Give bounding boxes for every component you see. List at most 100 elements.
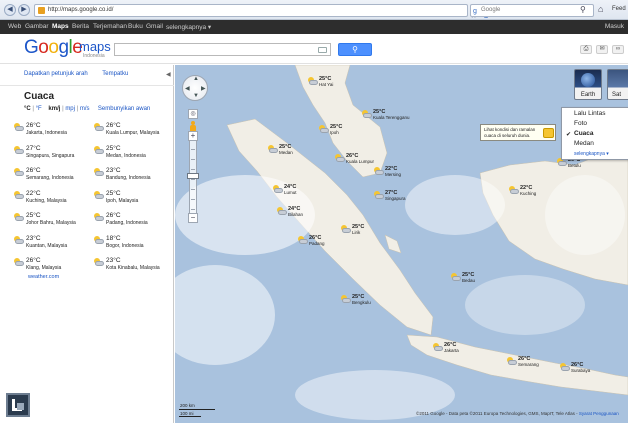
marker-city: Bedau <box>462 278 476 283</box>
maps-header: Google maps Indonesia ⚲ ⎙ ✉ ∞ <box>0 34 628 64</box>
marker-city: Bengkulu <box>352 300 371 305</box>
pan-down-icon[interactable]: ▼ <box>193 93 199 99</box>
search-icon[interactable]: ⚲ <box>580 5 586 14</box>
link-icon[interactable]: ∞ <box>612 45 624 54</box>
weather-sun-icon <box>543 128 554 138</box>
weather-city: Medan, Indonesia <box>106 152 146 159</box>
weather-temp: 25°C <box>106 144 121 152</box>
unit-kmh[interactable]: km/j <box>48 106 60 112</box>
weather-list-item[interactable]: 22°C Kuching, Malaysia <box>13 190 93 208</box>
weather-list-item[interactable]: 26°C Padang, Indonesia <box>93 212 173 230</box>
gbar-web[interactable]: Web <box>8 23 21 30</box>
zoom-reset-icon[interactable]: ◎ <box>188 109 198 119</box>
weather-city: Singapura, Singapura <box>26 152 75 159</box>
partly-cloudy-icon <box>13 123 24 132</box>
weather-list-item[interactable]: 26°C Klang, Malaysia <box>13 257 93 275</box>
back-arrow-icon[interactable]: ◀ <box>4 4 16 16</box>
pan-right-icon[interactable]: ▶ <box>201 85 206 92</box>
marker-city: Ipoh <box>330 130 339 135</box>
pan-up-icon[interactable]: ▲ <box>193 76 199 82</box>
google-logo[interactable]: Google <box>24 37 83 59</box>
url-field[interactable]: http://maps.google.co.id/ ☆ C <box>34 4 489 20</box>
zoom-out-button[interactable]: − <box>188 213 198 223</box>
gbar-books[interactable]: Buku <box>128 23 143 30</box>
weather-list-item[interactable]: 26°C Jakarta, Indonesia <box>13 122 93 140</box>
keyboard-icon[interactable] <box>318 47 327 53</box>
search-input[interactable] <box>114 43 331 56</box>
weather-city: Klang, Malaysia <box>26 265 62 271</box>
weather-list-item[interactable]: 27°C Singapura, Singapura <box>13 145 93 163</box>
gbar-gmail[interactable]: Gmail <box>146 23 163 30</box>
partly-cloudy-icon <box>13 213 24 222</box>
pan-left-icon[interactable]: ◀ <box>185 85 190 92</box>
weather-list-item[interactable]: 23°C Kota Kinabalu, Malaysia <box>93 257 173 275</box>
gbar-images[interactable]: Gambar <box>25 23 48 30</box>
map-copyright: ©2011 Google - Data peta ©2011 Europa Te… <box>416 411 619 416</box>
partly-cloudy-icon <box>267 145 278 154</box>
email-icon[interactable]: ✉ <box>596 45 608 54</box>
weather-list-item[interactable]: 25°C Johor Bahru, Malaysia <box>13 212 93 230</box>
layer-terrain[interactable]: Medan <box>574 140 594 147</box>
gbar-more[interactable]: selengkapnya ▾ <box>166 23 211 31</box>
weather-city: Bandung, Indonesia <box>106 175 151 181</box>
zoom-in-button[interactable]: + <box>188 131 198 141</box>
layer-traffic[interactable]: Lalu Lintas <box>574 110 605 117</box>
partly-cloudy-icon <box>93 123 104 132</box>
layer-photos[interactable]: Foto <box>574 120 587 127</box>
weather-temp: 23°C <box>106 167 121 174</box>
marker-city: Lumut <box>284 190 297 195</box>
home-icon[interactable]: ⌂ <box>598 4 603 14</box>
partly-cloudy-icon <box>272 185 283 194</box>
zoom-track[interactable] <box>189 138 197 220</box>
partly-cloudy-icon <box>361 110 372 119</box>
feed-link[interactable]: Feed <box>612 6 626 12</box>
weather-temp: 23°C <box>106 257 121 264</box>
collapse-panel-icon[interactable]: ◀ <box>166 71 171 78</box>
layer-weather[interactable]: Cuaca <box>574 130 594 137</box>
earth-button[interactable]: Earth <box>574 69 602 100</box>
unit-mph[interactable]: mpj <box>65 106 75 112</box>
pan-control[interactable]: ▲ ▼ ◀ ▶ <box>182 75 208 101</box>
weather-city: Kuala Lumpur, Malaysia <box>106 130 160 136</box>
gbar-maps[interactable]: Maps <box>52 23 69 30</box>
partly-cloudy-icon <box>450 273 461 282</box>
directions-link[interactable]: Dapatkan petunjuk arah <box>24 71 88 77</box>
marker-city: Kuala Lumpur <box>346 159 375 164</box>
weather-temp: 27°C <box>26 144 41 152</box>
forward-arrow-icon[interactable]: ▶ <box>18 4 30 16</box>
unit-celsius[interactable]: °C <box>24 106 31 112</box>
browser-search-field[interactable]: g Google <box>470 4 594 17</box>
marker-city: Bilahan <box>288 212 304 217</box>
layer-more-link[interactable]: selengkapnya ▾ <box>574 151 609 157</box>
hide-clouds-link[interactable]: Sembunyikan awan <box>98 106 150 112</box>
my-places-link[interactable]: Tempatku <box>102 71 128 77</box>
partly-cloudy-icon <box>334 154 345 163</box>
map-canvas[interactable]: 25°C Hat Yai 25°C Kuala Terengganu 25°C Ipoh 2… <box>175 65 628 423</box>
app-badge-icon[interactable] <box>6 393 30 417</box>
weather-list-item[interactable]: 26°C Kuala Lumpur, Malaysia <box>93 122 173 140</box>
gbar-translate[interactable]: Terjemahan <box>93 23 127 30</box>
gbar-news[interactable]: Berita <box>72 23 89 30</box>
zoom-slider-handle[interactable] <box>187 173 199 179</box>
search-button[interactable]: ⚲ <box>338 43 372 56</box>
weather-source-link[interactable]: weather.com <box>28 274 59 280</box>
weather-list-item[interactable]: 25°C Medan, Indonesia <box>93 145 173 163</box>
weather-list-item[interactable]: 25°C Ipoh, Malaysia <box>93 190 173 208</box>
weather-list-item[interactable]: 26°C Semarang, Indonesia <box>13 167 93 185</box>
print-icon[interactable]: ⎙ <box>580 45 592 54</box>
weather-list-item[interactable]: 23°C Bandung, Indonesia <box>93 167 173 185</box>
weather-temp: 26°C <box>26 167 41 174</box>
url-text: http://maps.google.co.id/ <box>48 7 114 13</box>
browser-search-placeholder: Google <box>481 7 501 13</box>
signin-link[interactable]: Masuk <box>605 23 624 30</box>
weather-list-item[interactable]: 18°C Bogor, Indonesia <box>93 235 173 253</box>
satellite-label: Sat <box>612 92 622 98</box>
weather-list-item[interactable]: 23°C Kuantan, Malaysia <box>13 235 93 253</box>
weather-temp: 26°C <box>106 212 121 219</box>
terms-link[interactable]: Syarat Penggunaan <box>579 411 619 416</box>
weather-city: Bogor, Indonesia <box>106 242 144 249</box>
marker-city: Semarang <box>518 362 539 367</box>
unit-fahrenheit[interactable]: °F <box>36 106 42 112</box>
satellite-button[interactable]: Sat <box>607 69 628 100</box>
unit-ms[interactable]: m/s <box>80 106 90 112</box>
